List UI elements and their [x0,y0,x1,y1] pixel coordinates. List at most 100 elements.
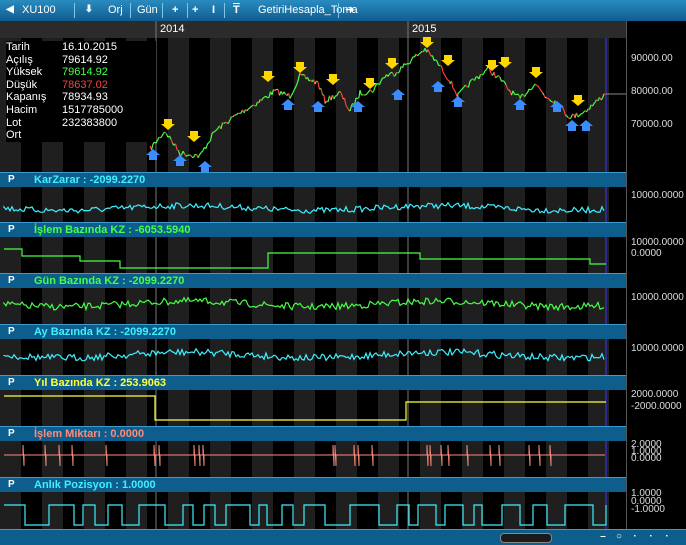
panel-title: İşlem Miktarı : 0.0000 [34,427,144,441]
price-segment [214,131,216,132]
zoom-in-icon[interactable]: · [628,530,642,544]
sell-signal-icon [529,67,543,78]
info-row: Açılış79614.92 [6,54,156,67]
price-segment [577,113,579,117]
price-segment [543,93,545,95]
info-label: Ort [6,129,62,142]
price-segment [324,95,325,103]
price-segment [540,88,542,90]
panel-title: Yıl Bazında KZ : 253.9063 [34,376,166,390]
formula-label[interactable]: GetiriHesapla_Toma [258,2,358,18]
info-label: Yüksek [6,66,62,79]
price-segment [290,95,292,98]
price-segment [452,81,454,88]
panel-p-label[interactable]: P [8,325,15,339]
price-segment [566,115,568,116]
price-segment [570,118,572,119]
panel-p-label[interactable]: P [8,274,15,288]
down-arrow-icon[interactable]: ⬇ [82,3,96,17]
price-segment [494,72,496,78]
panel-p-label[interactable]: P [8,173,15,187]
price-segment [580,114,582,116]
panel-p-label[interactable]: P [8,223,15,237]
price-segment [208,142,210,143]
panel-header[interactable]: P İşlem Miktarı : 0.0000 [0,426,626,441]
panel-axis-label: -1.0000 [631,504,665,515]
info-row: Düşük78637.02 [6,79,156,92]
price-segment [594,102,595,103]
price-segment [247,109,249,111]
price-axis[interactable]: 90000.0080000.0070000.0010000.000010000.… [626,21,686,529]
back-arrow-icon[interactable]: ◀ [3,3,17,17]
panel-p-label[interactable]: P [8,478,15,492]
separator [130,3,131,18]
price-segment [317,81,319,82]
price-segment [374,87,376,92]
price-segment [445,75,447,78]
panel-header[interactable]: P Yıl Bazında KZ : 253.9063 [0,375,626,390]
info-value: 79614.92 [62,66,108,79]
price-segment [578,116,580,117]
text-tool-button[interactable]: T [233,2,240,18]
panel-p-label[interactable]: P [8,427,15,441]
panel-p-label[interactable]: P [8,376,15,390]
price-segment [531,89,533,90]
zoom-fit-icon[interactable]: ○ [612,530,626,544]
scroll-thumb[interactable] [500,533,552,543]
add-button[interactable]: + [172,2,178,18]
panel-header[interactable]: P Anlık Pozisyon : 1.0000 [0,477,626,492]
panel-header[interactable]: PKarZarar : -2099.2270 [0,172,626,187]
panel-axis-label: 10000.0000 [631,343,684,354]
info-value: 78637.02 [62,79,108,92]
info-row: Ort [6,129,156,142]
info-label: Düşük [6,79,62,92]
settings-dots-icon[interactable]: · [660,530,674,544]
separator [224,3,225,18]
price-segment [419,53,421,54]
price-segment [544,95,545,97]
plus-button[interactable]: + [192,2,198,18]
info-row: Hacim1517785000 [6,104,156,117]
symbol-label[interactable]: XU100 [22,2,56,18]
price-segment [443,72,445,75]
price-segment [206,144,208,149]
price-segment [372,92,374,93]
go-arrow-icon[interactable]: ➜ [345,2,354,18]
price-segment [499,75,501,77]
bottom-scroll-bar: – ○ · · · [0,529,686,545]
panel-axis-label: 10000.0000 [631,292,684,303]
zoom-out-icon[interactable]: – [596,530,610,544]
more-icon[interactable]: · [644,530,658,544]
price-segment [406,64,408,65]
price-segment [202,151,204,153]
cursor-button[interactable]: I [212,2,215,18]
price-segment [284,92,286,94]
price-segment [200,154,201,155]
panel-header[interactable]: P Gün Bazında KZ : -2099.2270 [0,273,626,288]
info-row: Lot232383800 [6,117,156,130]
buy-signal-icon [146,149,160,160]
info-value: 232383800 [62,117,117,130]
price-segment [360,90,362,95]
panel-header[interactable]: P İşlem Bazında KZ : -6053.5940 [0,222,626,237]
price-segment [541,91,543,93]
info-label: Kapanış [6,91,62,104]
price-segment [177,150,179,151]
panel-title: İşlem Bazında KZ : -6053.5940 [34,223,191,237]
price-segment [604,94,606,95]
info-value: 79614.92 [62,54,108,67]
info-row: Tarih16.10.2015 [6,41,156,54]
buy-signal-icon [281,99,295,110]
price-segment [400,66,402,72]
toolbar: ◀ XU100 ⬇ Orj Gün + + I T GetiriHesapla_… [0,0,686,22]
price-segment [482,74,484,75]
period-mode-button[interactable]: Orj [108,2,123,18]
price-segment [571,114,573,117]
panel-title: Gün Bazında KZ : -2099.2270 [34,274,184,288]
panel-title: Anlık Pozisyon : 1.0000 [34,478,156,492]
period-button[interactable]: Gün [137,2,158,18]
price-segment [162,133,164,136]
price-segment [442,66,444,72]
price-segment [371,90,373,93]
panel-header[interactable]: PAy Bazında KZ : -2099.2270 [0,324,626,339]
